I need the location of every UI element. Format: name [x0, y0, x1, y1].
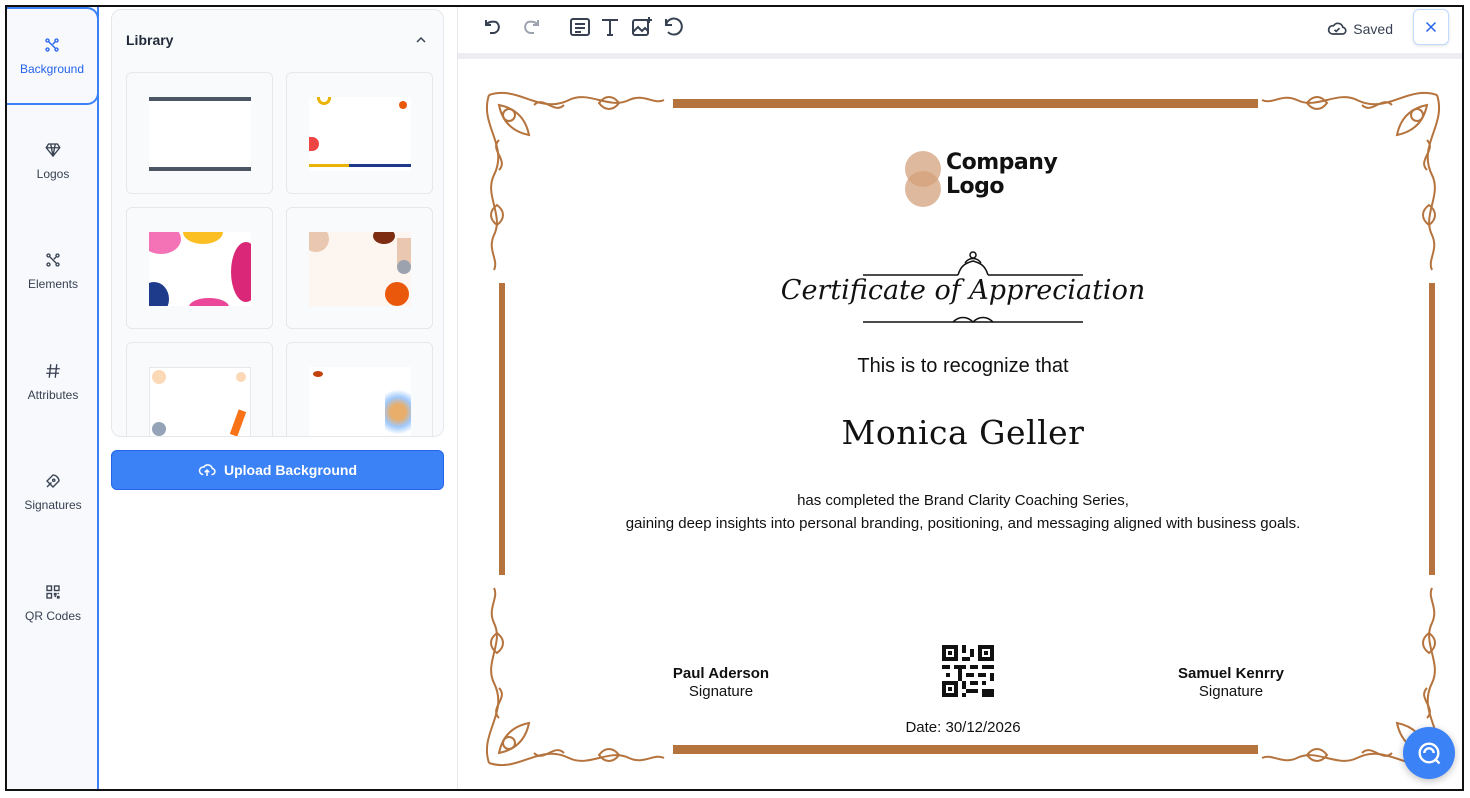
editor-toolbar: Saved — [458, 7, 1462, 59]
logo-text-line2: Logo — [946, 174, 1005, 199]
border-bottom-bar — [673, 745, 1258, 754]
chat-support-button[interactable] — [1403, 727, 1455, 779]
background-library-panel: Library — [111, 9, 444, 437]
library-title: Library — [126, 32, 174, 48]
sidebar-item-label: Signatures — [24, 498, 82, 512]
description-line1: has completed the Brand Clarity Coaching… — [797, 492, 1129, 509]
qr-code-icon — [46, 585, 60, 599]
recognize-text[interactable]: This is to recognize that — [473, 355, 1453, 378]
sidebar-item-label: Attributes — [27, 388, 79, 402]
close-button[interactable] — [1413, 9, 1449, 45]
certificate-title[interactable]: Certificate of Appreciation — [473, 275, 1453, 306]
sidebar-item-logos[interactable]: Logos — [7, 113, 99, 209]
form-fields-icon[interactable] — [568, 15, 592, 39]
upload-background-button[interactable]: Upload Background — [111, 450, 444, 490]
cloud-check-icon — [1328, 22, 1347, 35]
qr-code[interactable] — [942, 645, 994, 697]
background-thumbnail[interactable] — [126, 342, 273, 436]
company-logo-text[interactable]: Company Logo — [946, 151, 1066, 199]
background-thumbnail[interactable] — [286, 207, 433, 329]
chat-icon — [1418, 742, 1441, 765]
chevron-up-icon[interactable] — [413, 32, 429, 48]
signer-name: Samuel Kenrry — [1178, 665, 1284, 682]
certificate-editor: Saved Company Logo Certificate of Apprec… — [457, 7, 1462, 789]
certificate-canvas[interactable]: Company Logo Certificate of Appreciation… — [473, 77, 1453, 777]
sidebar-item-label: Background — [19, 62, 85, 76]
sidebar-item-elements[interactable]: Elements — [7, 223, 99, 319]
add-image-icon[interactable] — [630, 15, 654, 39]
description-line2: gaining deep insights into personal bran… — [625, 515, 1301, 532]
sidebar-item-background[interactable]: Background — [7, 7, 99, 105]
hash-icon — [46, 364, 60, 378]
diamond-icon — [45, 143, 61, 158]
signature-left[interactable]: Paul Aderson Signature — [631, 665, 811, 700]
corner-ornament-top-right — [1261, 92, 1440, 271]
sidebar-item-signatures[interactable]: Signatures — [7, 444, 99, 540]
sidebar-item-qr-codes[interactable]: QR Codes — [7, 555, 99, 651]
elements-icon — [46, 253, 60, 267]
corner-ornament-top-left — [486, 92, 665, 271]
company-logo-mark[interactable] — [903, 149, 943, 209]
sidebar-item-label: Elements — [27, 277, 79, 291]
certificate-date[interactable]: Date: 30/12/2026 — [473, 719, 1453, 736]
sidebar-item-label: Logos — [36, 167, 70, 181]
saved-label: Saved — [1353, 21, 1393, 37]
cloud-upload-icon — [198, 464, 216, 476]
app-window: Background Logos Elements Attributes Sig… — [5, 5, 1464, 791]
text-tool-icon[interactable] — [598, 15, 622, 39]
signer-role: Signature — [1198, 683, 1264, 700]
tool-sidebar: Background Logos Elements Attributes Sig… — [7, 7, 99, 789]
background-icon — [45, 38, 59, 52]
close-icon — [1425, 21, 1437, 33]
logo-text-line1: Company — [946, 150, 1058, 175]
certificate-description[interactable]: has completed the Brand Clarity Coaching… — [473, 489, 1453, 535]
upload-background-label: Upload Background — [223, 462, 357, 478]
background-thumbnail[interactable] — [126, 207, 273, 329]
background-thumbnail[interactable] — [126, 72, 273, 194]
signer-role: Signature — [688, 683, 754, 700]
background-thumbnail[interactable] — [286, 72, 433, 194]
border-top-bar — [673, 99, 1258, 108]
reset-icon[interactable] — [662, 15, 686, 39]
signer-name: Paul Aderson — [672, 665, 770, 682]
redo-icon[interactable] — [518, 15, 542, 39]
sidebar-item-attributes[interactable]: Attributes — [7, 334, 99, 430]
save-status: Saved — [1327, 19, 1393, 39]
signature-right[interactable]: Samuel Kenrry Signature — [1141, 665, 1321, 700]
pen-nib-icon — [46, 474, 60, 488]
undo-icon[interactable] — [482, 15, 506, 39]
sidebar-item-label: QR Codes — [24, 609, 82, 623]
recipient-name[interactable]: Monica Geller — [473, 413, 1453, 452]
background-thumbnail[interactable] — [286, 342, 433, 436]
